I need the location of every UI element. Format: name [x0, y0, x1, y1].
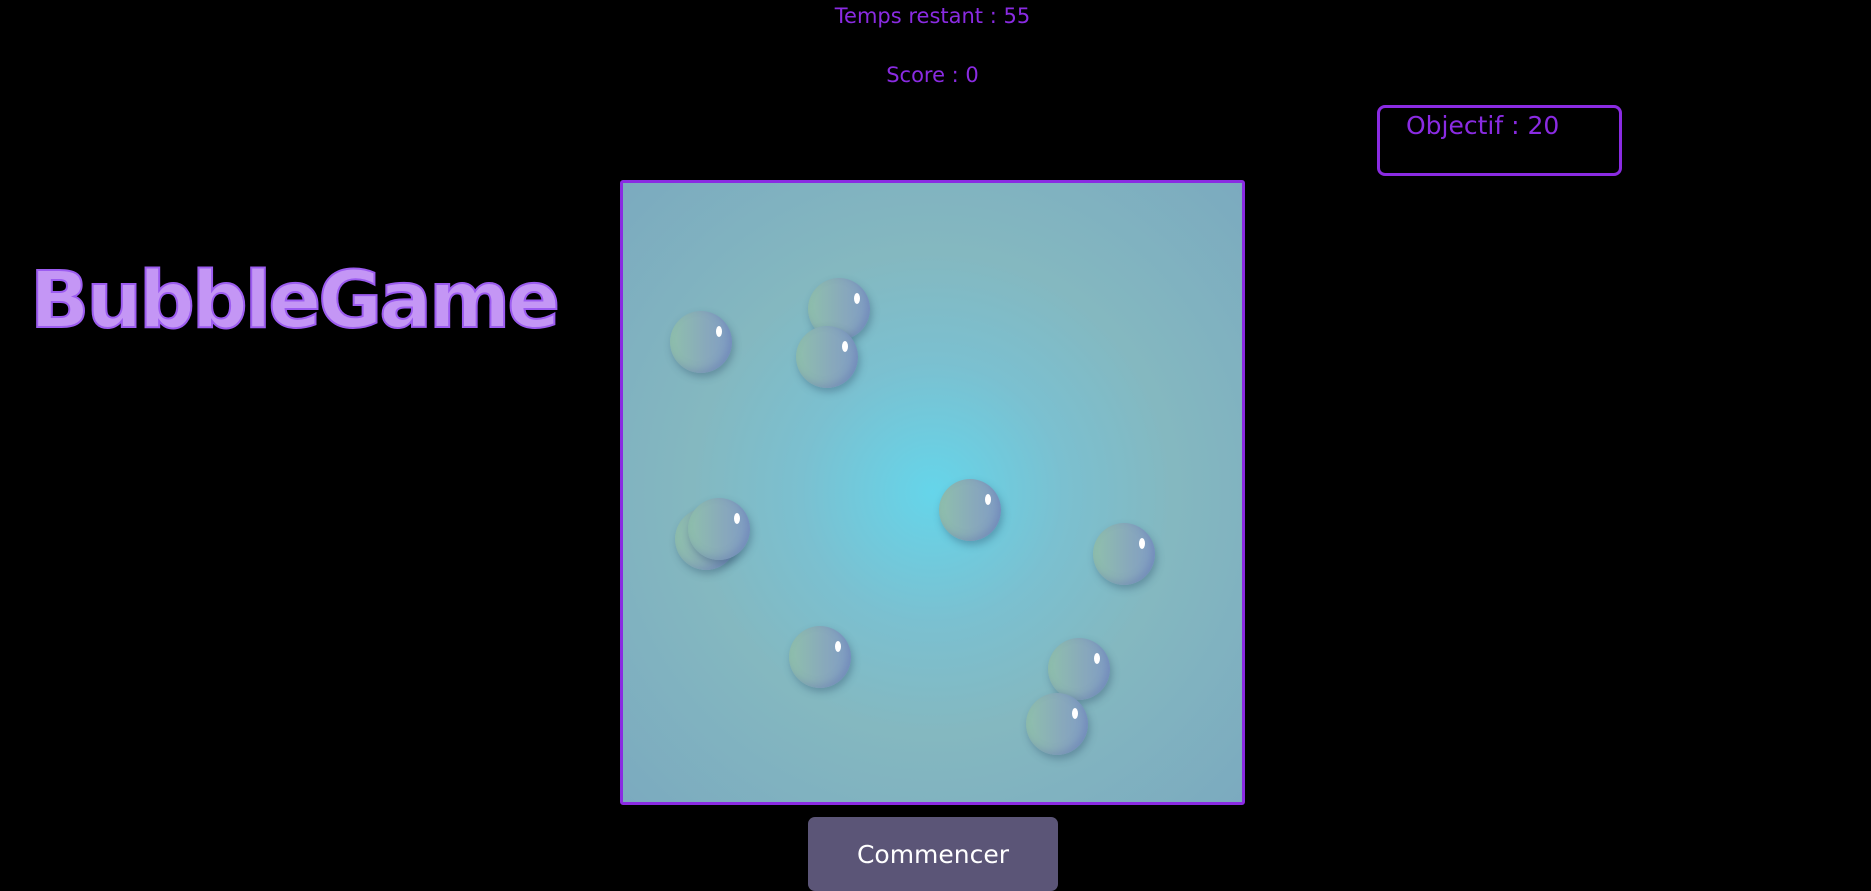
game-screen: Temps restant : 55 Score : 0 Objectif : …: [0, 0, 1871, 891]
bubble[interactable]: [796, 326, 858, 388]
objective-box: Objectif : 20: [1377, 105, 1622, 176]
bubble[interactable]: [939, 479, 1001, 541]
timer-display: Temps restant : 55: [834, 4, 1031, 28]
bubble-shine: [1094, 653, 1100, 664]
bubble-shine: [835, 641, 841, 652]
bubble-shine: [716, 326, 722, 337]
bubble[interactable]: [688, 498, 750, 560]
bubble[interactable]: [1048, 638, 1110, 700]
score-display: Score : 0: [886, 63, 979, 87]
bubble[interactable]: [1093, 523, 1155, 585]
bubble[interactable]: [789, 626, 851, 688]
bubble-shine: [1139, 538, 1145, 549]
bubble-shine: [1072, 708, 1078, 719]
game-logo: BubbleGame: [29, 256, 561, 346]
bubble-shine: [734, 513, 740, 524]
bubble-shine: [985, 494, 991, 505]
bubble-shine: [854, 293, 860, 304]
objective-label: Objectif : 20: [1406, 111, 1560, 140]
start-button[interactable]: Commencer: [808, 817, 1058, 891]
game-board[interactable]: [620, 180, 1245, 805]
bubble[interactable]: [670, 311, 732, 373]
bubble-shine: [842, 341, 848, 352]
bubble[interactable]: [1026, 693, 1088, 755]
